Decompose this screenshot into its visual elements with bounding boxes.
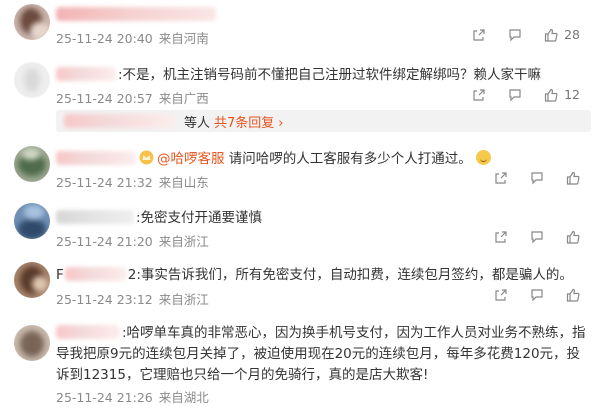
comment-time: 25-11-24 21:20 [56,234,153,249]
comment-username[interactable] [56,151,136,165]
comment-body: @哈啰客服 请问哈啰的人工客服有多少个人打通过。 [56,149,491,169]
thumbs-up-icon [566,230,580,244]
thumbs-up-icon [566,288,580,302]
comment-button[interactable] [508,88,522,102]
comment-text: 请问哈啰的人工客服有多少个人打通过。 [228,151,472,167]
comment-item-5: F 2:事实告诉我们，所有免密支付，自动扣费，连续包月签约，都是骗人的。 25-1… [0,262,600,314]
like-button[interactable] [566,171,580,185]
share-icon [473,88,485,101]
comment-text: :事实告诉我们，所有免密支付，自动扣费，连续包月签约，都是骗人的。 [136,267,573,283]
reply-summary[interactable]: 等人 共7条回复 › [56,110,591,132]
share-button[interactable] [472,28,486,42]
avatar[interactable] [14,4,50,40]
comment-time: 25-11-24 20:57 [56,91,153,106]
comment-icon [531,172,543,185]
comment-location: 来自山东 [158,175,209,190]
comment-username[interactable] [56,5,218,25]
thumbs-up-icon [566,171,580,185]
like-button[interactable]: 12 [544,87,580,102]
comment-text: :不是，机主注销号码前不懂把自己注册过软件绑定解绑吗？赖人家干嘛 [118,67,542,83]
share-icon [495,231,507,243]
comment-body: :不是，机主注销号码前不懂把自己注册过软件绑定解绑吗？赖人家干嘛 [56,65,541,85]
comment-item-4: :免密支付开通要谨慎 25-11-24 21:20 来自浙江 [0,203,600,255]
comment-icon [531,231,543,244]
comment-button[interactable] [508,28,522,42]
comment-body: :哈啰单车真的非常恶心，因为换手机号支付，因为工作人员对业务不熟练，指导我把原9… [56,323,586,386]
comment-body: :免密支付开通要谨慎 [56,208,262,228]
comment-location: 来自浙江 [158,234,209,249]
comment-time: 25-11-24 21:26 [56,390,153,405]
comment-item-1: 25-11-24 20:40 来自河南 28 [0,0,600,50]
comment-text: :哈啰单车真的非常恶心，因为换手机号支付，因为工作人员对业务不熟练，指导我把原9… [56,325,586,383]
share-button[interactable] [494,230,508,244]
comment-time: 25-11-24 20:40 [56,31,153,46]
comment-body: F 2:事实告诉我们，所有免密支付，自动扣费，连续包月签约，都是骗人的。 [56,265,573,285]
thumbs-up-icon [544,28,558,42]
share-button[interactable] [472,88,486,102]
comment-meta: 25-11-24 20:57 来自广西 [56,88,209,107]
share-icon [495,289,507,301]
like-count: 28 [564,27,580,42]
comment-meta: 25-11-24 23:12 来自浙江 [56,289,209,308]
reply-suffix: 等人 [184,116,211,131]
comment-time: 25-11-24 23:12 [56,292,153,307]
avatar[interactable] [14,62,50,98]
like-button[interactable] [566,288,580,302]
comment-text: :免密支付开通要谨慎 [136,210,263,226]
avatar[interactable] [14,146,50,182]
crown-icon [139,150,154,165]
share-icon [495,172,507,184]
comment-button[interactable] [530,230,544,244]
like-count: 12 [564,87,580,102]
comment-meta: 25-11-24 21:32 来自山东 [56,172,209,191]
thumbs-up-icon [544,88,558,102]
comment-username[interactable] [56,325,120,339]
comment-button[interactable] [530,288,544,302]
avatar[interactable] [14,203,50,239]
share-button[interactable] [494,288,508,302]
share-icon [473,28,485,41]
comment-meta: 25-11-24 20:40 来自河南 [56,28,209,47]
mention-link[interactable]: @哈啰客服 [157,151,225,167]
like-button[interactable]: 28 [544,27,580,42]
more-replies-link[interactable]: 共7条回复 [214,116,274,131]
comment-meta: 25-11-24 21:20 来自浙江 [56,231,209,250]
chevron-right-icon: › [278,116,284,131]
comment-username[interactable] [56,67,116,81]
comment-location: 来自湖北 [158,390,209,405]
smile-emoji-icon [475,150,491,165]
reply-username [64,114,176,128]
comment-item-3: @哈啰客服 请问哈啰的人工客服有多少个人打通过。 25-11-24 21:32 来… [0,146,600,198]
like-button[interactable] [566,230,580,244]
comment-location: 来自河南 [158,31,209,46]
comment-icon [509,88,521,101]
comment-icon [531,289,543,302]
comment-time: 25-11-24 21:32 [56,175,153,190]
comment-location: 来自广西 [158,91,209,106]
share-button[interactable] [494,171,508,185]
comment-item-6: :哈啰单车真的非常恶心，因为换手机号支付，因为工作人员对业务不熟练，指导我把原9… [0,321,600,411]
comment-location: 来自浙江 [158,292,209,307]
comment-meta: 25-11-24 21:26 来自湖北 [56,387,209,406]
avatar[interactable] [14,262,50,298]
comment-username[interactable]: F2 [56,267,136,283]
comment-icon [509,28,521,41]
comment-button[interactable] [530,171,544,185]
comment-item-2: :不是，机主注销号码前不懂把自己注册过软件绑定解绑吗？赖人家干嘛 25-11-2… [0,60,600,140]
comment-username[interactable] [56,210,134,224]
avatar[interactable] [14,325,50,361]
